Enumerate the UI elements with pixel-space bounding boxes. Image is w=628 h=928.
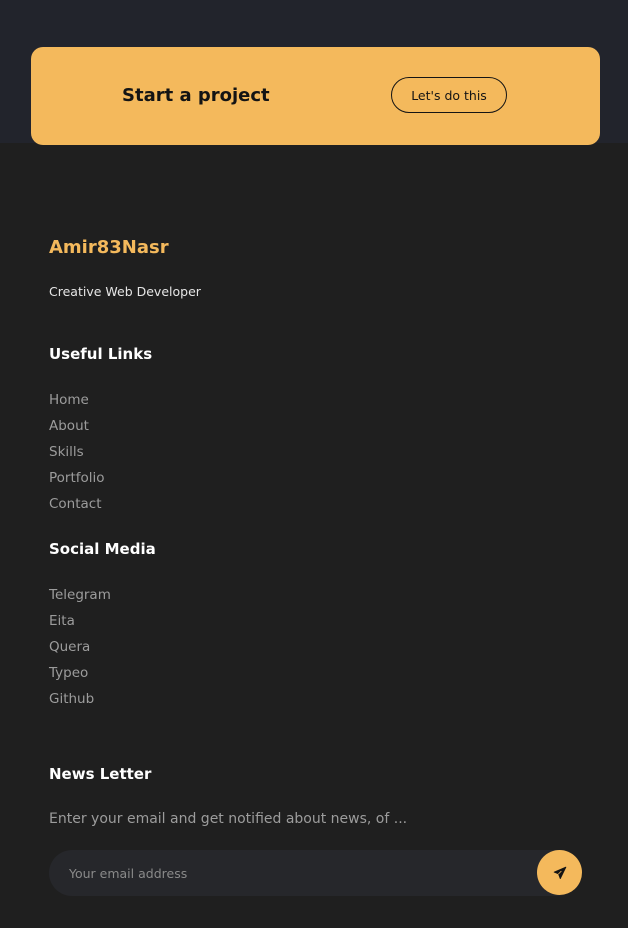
footer-tagline: Creative Web Developer [49, 284, 201, 299]
banner-title: Start a project [122, 85, 270, 106]
footer-link-home[interactable]: Home [49, 391, 105, 417]
newsletter-submit-button[interactable] [537, 850, 582, 895]
newsletter-description: Enter your email and get notified about … [49, 811, 408, 827]
lets-do-this-button[interactable]: Let's do this [391, 77, 507, 113]
footer-link-skills[interactable]: Skills [49, 443, 105, 469]
social-link-eita[interactable]: Eita [49, 612, 111, 638]
footer-link-about[interactable]: About [49, 417, 105, 443]
paper-plane-icon [553, 866, 567, 880]
social-media-list: Telegram Eita Quera Typeo Github [49, 586, 111, 716]
footer-brand-name[interactable]: Amir83Nasr [49, 236, 169, 260]
social-media-heading: Social Media [49, 540, 156, 558]
footer-link-contact[interactable]: Contact [49, 495, 105, 521]
newsletter-email-input[interactable] [49, 850, 519, 896]
footer-link-portfolio[interactable]: Portfolio [49, 469, 105, 495]
newsletter-form [49, 850, 580, 896]
newsletter-heading: News Letter [49, 765, 152, 783]
start-project-banner: Start a project Let's do this [31, 47, 600, 145]
social-link-github[interactable]: Github [49, 690, 111, 716]
social-link-quera[interactable]: Quera [49, 638, 111, 664]
social-link-telegram[interactable]: Telegram [49, 586, 111, 612]
useful-links-list: Home About Skills Portfolio Contact [49, 391, 105, 521]
social-link-typeo[interactable]: Typeo [49, 664, 111, 690]
useful-links-heading: Useful Links [49, 345, 153, 363]
